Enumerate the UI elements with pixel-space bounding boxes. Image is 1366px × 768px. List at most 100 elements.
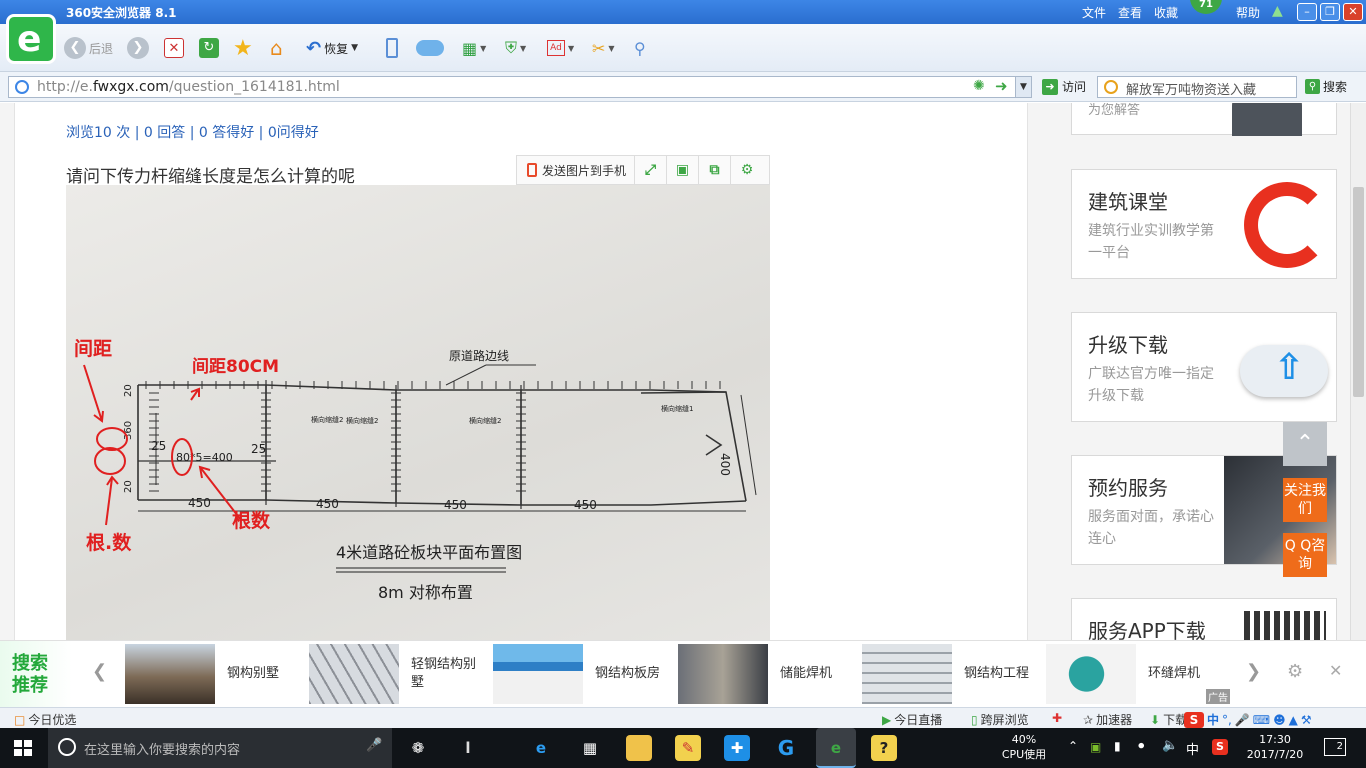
skin-icon[interactable]: ▲ xyxy=(1272,3,1283,19)
fullscreen-icon[interactable]: ⤢ xyxy=(635,156,668,184)
cross-screen-button[interactable]: ▯ 跨屏浏览 xyxy=(971,711,1029,728)
phone-icon xyxy=(386,38,398,58)
today-live-button[interactable]: ▶ 今日直播 xyxy=(882,711,942,728)
sidebar-card-app[interactable]: 服务APP下载 xyxy=(1071,598,1337,640)
lightning-icon[interactable]: ➜ xyxy=(995,77,1008,95)
wifi-icon[interactable]: ⦁ xyxy=(1138,738,1145,753)
help-app-icon[interactable]: ? xyxy=(871,735,897,761)
dim-360: 360 xyxy=(123,421,134,440)
store-icon[interactable]: ▦ xyxy=(577,735,603,761)
menu-bar: 文件 查看 收藏 帮助 xyxy=(1082,4,1260,21)
dim-450-4: 450 xyxy=(574,498,597,512)
recommend-item[interactable]: 储能焊机 xyxy=(678,643,850,705)
download-button[interactable]: ⬇ 下载 xyxy=(1150,711,1187,728)
recommend-label: 搜索推荐 xyxy=(0,641,72,708)
chevron-down-icon[interactable]: ▼ xyxy=(1015,77,1031,97)
url-input[interactable]: http://e.fwxgx.com/question_1614181.html… xyxy=(8,76,1032,98)
screenshot-button[interactable]: ✂ ▼ xyxy=(592,36,615,60)
follow-us-button[interactable]: 关注我们 xyxy=(1283,478,1327,522)
recommend-item[interactable]: 钢结构工程 xyxy=(862,643,1034,705)
question-stats[interactable]: 浏览10 次 | 0 回答 | 0 答得好 | 0问得好 xyxy=(66,122,319,142)
edge-icon[interactable]: e xyxy=(528,735,554,761)
chevron-left-icon[interactable]: ❮ xyxy=(92,661,107,682)
adblock-button[interactable]: Ad ▼ xyxy=(547,36,574,60)
search-engine-icon[interactable] xyxy=(1104,80,1118,94)
browser-swirl-icon[interactable]: ا xyxy=(455,735,481,761)
microphone-icon[interactable]: 🎤 xyxy=(366,738,382,753)
security-button[interactable]: ⛨ ▼ xyxy=(505,36,526,60)
chevron-down-icon: ▼ xyxy=(608,43,615,53)
apps-button[interactable]: ▦ ▼ xyxy=(462,36,486,60)
search-input[interactable]: 解放军万吨物资送入藏 xyxy=(1097,76,1297,98)
gear-icon[interactable]: ⚙ xyxy=(731,156,763,184)
windows-start-icon[interactable] xyxy=(14,740,32,756)
sidebar-card-top[interactable]: 为您解答 xyxy=(1071,103,1337,136)
nvidia-icon[interactable]: ▣ xyxy=(1090,740,1101,754)
ime-toolbar[interactable]: S 中 °, 🎤 ⌨ ☻ ▲ ⚒ xyxy=(1184,711,1312,728)
sidebar-card-upgrade[interactable]: 升级下载 广联达官方唯一指定升级下载 ⇧ xyxy=(1071,312,1337,422)
go-arrow-icon: ➜ xyxy=(1042,78,1058,95)
back-to-top-button[interactable]: ⌃ xyxy=(1283,422,1327,466)
share-icon[interactable]: ⧉ xyxy=(699,156,732,184)
magnifier-button[interactable]: ⚲ xyxy=(634,36,646,60)
back-button[interactable]: ❮ 后退 xyxy=(64,36,113,60)
refresh-button[interactable]: ↻ xyxy=(199,36,219,60)
close-icon[interactable]: ✕ xyxy=(1329,661,1342,680)
vertical-scrollbar[interactable] xyxy=(1350,103,1366,640)
accelerator-button[interactable]: ✰ 加速器 xyxy=(1083,711,1132,728)
notes-icon[interactable]: ✎ xyxy=(675,735,701,761)
gear-icon[interactable]: ⚙ xyxy=(1287,661,1303,682)
save-icon[interactable]: ▣ xyxy=(667,156,700,184)
forward-button[interactable]: ❯ xyxy=(127,36,149,60)
menu-help[interactable]: 帮助 xyxy=(1236,4,1260,21)
recommend-item[interactable]: 环缝焊机 xyxy=(1046,643,1218,705)
sogou-tray-icon[interactable]: S xyxy=(1212,739,1228,755)
cpu-usage[interactable]: 40% CPU使用 xyxy=(998,732,1050,762)
rocket-icon: ✰ xyxy=(1083,712,1094,727)
notification-center-icon[interactable]: 2 xyxy=(1324,738,1346,756)
volume-icon[interactable]: 🔈 xyxy=(1162,738,1178,753)
plus-app-icon[interactable]: ✚ xyxy=(724,735,750,761)
browser-logo[interactable]: e xyxy=(6,14,56,64)
close-button[interactable]: ✕ xyxy=(1343,3,1363,21)
qq-consult-button[interactable]: Q Q咨询 xyxy=(1283,533,1327,577)
visit-button[interactable]: ➜ 访问 xyxy=(1042,78,1086,95)
menu-file[interactable]: 文件 xyxy=(1082,4,1106,21)
g-app-icon[interactable]: G xyxy=(773,735,799,761)
restore-button[interactable]: ↶ 恢复 ▼ xyxy=(306,36,358,60)
sidebar-card-class[interactable]: 建筑课堂 建筑行业实训教学第一平台 xyxy=(1071,169,1337,279)
cloud-button[interactable] xyxy=(416,36,444,60)
clock[interactable]: 17:30 2017/7/20 xyxy=(1244,732,1306,762)
ie-mode-icon[interactable] xyxy=(15,80,29,94)
plugin-icon[interactable]: ✚ xyxy=(1052,711,1062,725)
windows-taskbar: 在这里输入你要搜索的内容 🎤 ❁ ا e ▦ ✎ ✚ G e ? 40% CPU… xyxy=(0,728,1366,768)
favorite-button[interactable]: ★ xyxy=(233,36,253,61)
menu-favorites[interactable]: 收藏 xyxy=(1154,4,1178,21)
maximize-button[interactable]: ❐ xyxy=(1320,3,1340,21)
phone-button[interactable] xyxy=(386,36,398,60)
recommend-item[interactable]: 钢结构板房 xyxy=(493,643,665,705)
plan-subtitle: 8m 对称布置 xyxy=(378,583,473,602)
send-to-phone-button[interactable]: 发送图片到手机 xyxy=(517,156,636,184)
ime-indicator[interactable]: 中 xyxy=(1186,739,1199,758)
chevron-up-icon[interactable]: ⌃ xyxy=(1068,739,1078,753)
menu-view[interactable]: 查看 xyxy=(1118,4,1142,21)
home-button[interactable]: ⌂ xyxy=(270,36,283,60)
question-photo[interactable]: 原道路边线 450 450 450 450 25 25 80*5=400 20 … xyxy=(66,185,770,640)
chevron-right-icon[interactable]: ❯ xyxy=(1246,661,1261,682)
seam-welder-thumbnail xyxy=(1046,644,1136,704)
search-button[interactable]: ⚲ 搜索 xyxy=(1305,78,1347,95)
scrollbar-thumb[interactable] xyxy=(1353,187,1364,397)
taskbar-search-input[interactable]: 在这里输入你要搜索的内容 🎤 xyxy=(48,728,392,768)
today-pick-button[interactable]: □ 今日优选 xyxy=(14,711,76,728)
shirt-icon: ▲ xyxy=(1288,712,1298,727)
360-browser-task-icon[interactable]: e xyxy=(816,728,856,768)
file-explorer-icon[interactable] xyxy=(626,735,652,761)
image-toolbar: 发送图片到手机 ⤢ ▣ ⧉ ⚙ xyxy=(516,155,770,185)
stop-button[interactable]: ✕ xyxy=(164,36,184,60)
recommend-item[interactable]: 轻钢结构别墅 xyxy=(309,643,481,705)
task-view-icon[interactable]: ❁ xyxy=(405,735,431,761)
recommend-item[interactable]: 钢构别墅 xyxy=(125,643,297,705)
minimize-button[interactable]: – xyxy=(1297,3,1317,21)
battery-icon[interactable]: ▮ xyxy=(1114,739,1121,753)
